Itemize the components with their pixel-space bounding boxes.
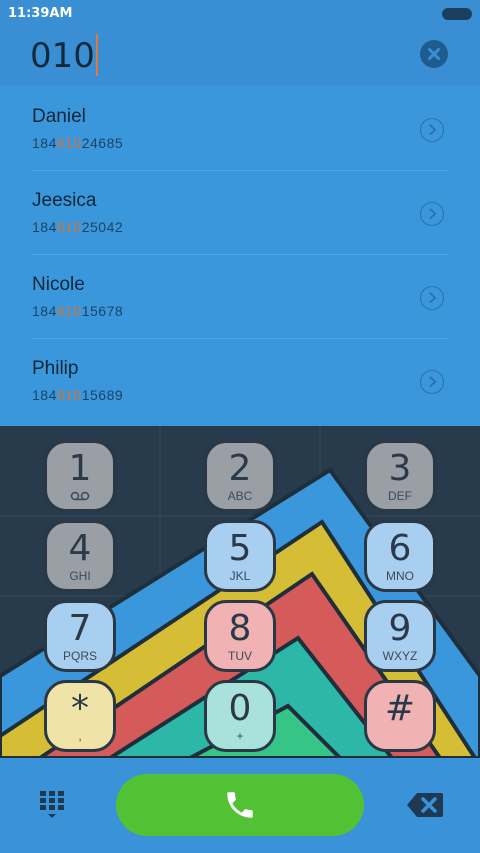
- number-suffix: 15689: [81, 387, 124, 403]
- contact-number: 18401025042: [32, 219, 123, 235]
- key-letters: ,: [78, 729, 82, 743]
- clear-search-button[interactable]: [420, 40, 448, 68]
- key-letters: GHI: [69, 569, 91, 583]
- contact-results-list: Daniel 18401024685 Jeesica 18401025042 N…: [0, 86, 480, 426]
- dial-key-1[interactable]: 1: [44, 440, 116, 512]
- contact-item-nicole[interactable]: Nicole 18401015678: [32, 254, 448, 339]
- contact-number: 18401015689: [32, 387, 123, 403]
- status-time: 11:39AM: [8, 6, 73, 21]
- key-digit: 9: [388, 608, 412, 649]
- chevron-right-circle-icon: [429, 376, 437, 388]
- number-prefix: 184: [32, 387, 57, 403]
- key-digit: 5: [228, 528, 252, 569]
- key-letters: DEF: [388, 489, 412, 503]
- dial-key-3[interactable]: 3 DEF: [364, 440, 436, 512]
- contact-item-daniel[interactable]: Daniel 18401024685: [32, 86, 448, 171]
- dial-key-7[interactable]: 7 PQRS: [44, 600, 116, 672]
- chevron-right-circle-icon: [429, 292, 437, 304]
- call-button[interactable]: [116, 774, 364, 836]
- contact-details-button[interactable]: [420, 202, 444, 226]
- contact-item-jeesica[interactable]: Jeesica 18401025042: [32, 170, 448, 255]
- number-match: 010: [56, 387, 82, 403]
- dial-key-star[interactable]: * ,: [44, 680, 116, 752]
- chevron-right-circle-icon: [429, 124, 437, 136]
- number-suffix: 24685: [81, 135, 124, 151]
- number-prefix: 184: [32, 303, 57, 319]
- dial-key-4[interactable]: 4 GHI: [44, 520, 116, 592]
- key-digit: 0: [228, 688, 252, 729]
- number-match: 010: [56, 303, 82, 319]
- number-prefix: 184: [32, 219, 57, 235]
- search-query: 010: [30, 36, 95, 76]
- chevron-right-circle-icon: [429, 208, 437, 220]
- key-letters: PQRS: [62, 649, 97, 663]
- bottom-action-bar: [0, 758, 480, 853]
- battery-icon: [442, 8, 472, 20]
- search-bar[interactable]: 010: [0, 28, 480, 86]
- contact-details-button[interactable]: [420, 286, 444, 310]
- dialpad: 1 2 ABC 3 DEF 4 GHI 5 JKL 6 MNO 7 PQRS 8…: [0, 426, 480, 758]
- contact-number: 18401024685: [32, 135, 123, 151]
- key-letters: TUV: [228, 649, 252, 663]
- dial-key-5[interactable]: 5 JKL: [204, 520, 276, 592]
- dial-key-hash[interactable]: #: [364, 680, 436, 752]
- dial-key-0[interactable]: 0 +: [204, 680, 276, 752]
- backspace-icon: [407, 793, 443, 817]
- dial-key-9[interactable]: 9 WXYZ: [364, 600, 436, 672]
- dial-key-8[interactable]: 8 TUV: [204, 600, 276, 672]
- number-match: 010: [56, 135, 82, 151]
- key-digit: 7: [68, 608, 92, 649]
- contact-details-button[interactable]: [420, 118, 444, 142]
- key-digit: 8: [228, 608, 252, 649]
- dial-key-2[interactable]: 2 ABC: [204, 440, 276, 512]
- key-letters: ABC: [227, 489, 253, 503]
- contact-name: Philip: [32, 358, 79, 379]
- contact-number: 18401015678: [32, 303, 123, 319]
- key-digit: 6: [388, 528, 412, 569]
- key-digit: 1: [68, 448, 92, 489]
- phone-icon: [227, 792, 253, 818]
- voicemail-icon: [70, 491, 90, 501]
- text-cursor: [95, 33, 98, 76]
- number-suffix: 15678: [81, 303, 124, 319]
- key-letters: WXYZ: [382, 649, 418, 663]
- contact-details-button[interactable]: [420, 370, 444, 394]
- key-digit: 3: [388, 448, 412, 489]
- key-digit: *: [71, 688, 89, 729]
- close-circle-icon: [428, 48, 440, 60]
- number-prefix: 184: [32, 135, 57, 151]
- key-letters: JKL: [229, 569, 251, 583]
- contact-item-philip[interactable]: Philip 18401015689: [32, 338, 448, 422]
- key-letters: +: [236, 729, 244, 743]
- key-letters: MNO: [386, 569, 414, 583]
- status-bar: 11:39AM: [0, 0, 480, 28]
- keypad-toggle-button[interactable]: [36, 789, 68, 821]
- key-digit: 4: [68, 528, 92, 569]
- search-input[interactable]: 010: [30, 33, 98, 79]
- contact-name: Daniel: [32, 106, 86, 127]
- keypad-icon: [40, 791, 64, 818]
- dial-key-6[interactable]: 6 MNO: [364, 520, 436, 592]
- backspace-button[interactable]: [406, 791, 444, 819]
- number-match: 010: [56, 219, 82, 235]
- contact-name: Jeesica: [32, 190, 97, 211]
- contact-name: Nicole: [32, 274, 85, 295]
- key-digit: 2: [228, 448, 252, 489]
- number-suffix: 25042: [81, 219, 124, 235]
- key-digit: #: [384, 688, 416, 729]
